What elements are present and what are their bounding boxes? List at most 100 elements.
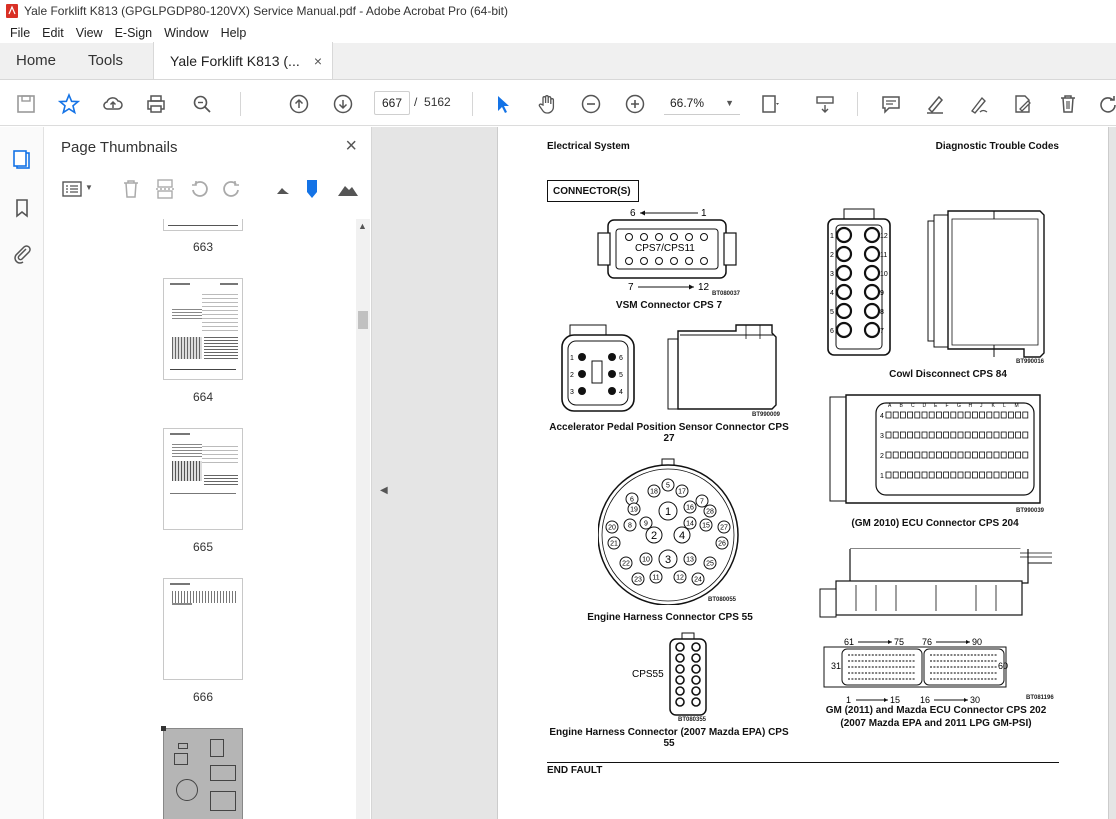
small-thumbnail-icon[interactable]: [272, 178, 294, 200]
connector-pin: [1007, 431, 1014, 439]
previous-page-icon[interactable]: [287, 92, 311, 116]
connector-pin: [835, 264, 853, 282]
tab-document[interactable]: Yale Forklift K813 (... ×: [153, 42, 334, 79]
select-cursor-icon[interactable]: [491, 92, 515, 116]
ecu-col-label: M: [1015, 403, 1019, 409]
engine-pin-label: 1: [665, 506, 671, 518]
connector-pin: [1015, 411, 1022, 419]
scroll-mode-icon[interactable]: [813, 92, 837, 116]
connector-pin: [943, 431, 949, 439]
connector-pin: [936, 411, 942, 419]
highlight-pen-icon[interactable]: [923, 92, 947, 116]
connector-pin: [957, 431, 964, 439]
bookmark-star-icon[interactable]: [57, 92, 81, 116]
tab-close-button[interactable]: ×: [314, 53, 322, 69]
cloud-upload-icon[interactable]: [101, 92, 125, 116]
large-thumbnail-icon[interactable]: [337, 178, 359, 200]
bookmarks-icon[interactable]: [11, 197, 33, 219]
caption-ecu2011-sub: (2007 Mazda EPA and 2011 LPG GM-PSI): [840, 718, 1032, 729]
cowl-pin-label: 12: [880, 233, 888, 240]
collapse-panel-icon[interactable]: ◀: [380, 485, 388, 496]
connector-pin: [691, 653, 701, 663]
thumbnail-size-slider[interactable]: [307, 180, 319, 198]
thumbnail-page-666[interactable]: [163, 578, 243, 680]
connector-pin: [921, 411, 928, 419]
chevron-down-icon: ▼: [725, 97, 734, 108]
scrollbar-thumb[interactable]: [358, 311, 368, 329]
engine-pin-label: 20: [608, 525, 616, 532]
chevron-down-icon[interactable]: ▼: [85, 183, 93, 192]
engine-pin-label: 10: [642, 557, 650, 564]
cps55-label: CPS55: [632, 669, 664, 680]
engine-pin-label: 3: [665, 554, 671, 566]
caption-vsm: VSM Connector CPS 7: [615, 300, 723, 311]
menu-edit[interactable]: Edit: [36, 26, 70, 40]
connector-pin: [986, 411, 993, 419]
search-zoom-icon[interactable]: [190, 92, 214, 116]
fit-page-icon[interactable]: [758, 92, 782, 116]
insert-page-icon[interactable]: [154, 178, 176, 200]
connector-pin: [943, 451, 949, 459]
zoom-in-icon[interactable]: [623, 92, 647, 116]
engine-pin-label: 27: [720, 525, 728, 532]
next-page-icon[interactable]: [331, 92, 355, 116]
rotate-cw-icon[interactable]: [221, 178, 243, 200]
rotate-ccw-icon[interactable]: [188, 178, 210, 200]
hand-tool-icon[interactable]: [535, 92, 559, 116]
engine-pin-label: 23: [634, 577, 642, 584]
tab-tools[interactable]: Tools: [72, 42, 139, 79]
zoom-out-icon[interactable]: [579, 92, 603, 116]
options-menu-icon[interactable]: [61, 178, 83, 200]
print-icon[interactable]: [144, 92, 168, 116]
save-icon[interactable]: [14, 92, 38, 116]
zoom-select[interactable]: 66.7% ▼: [664, 91, 740, 115]
figure-code: BT990009: [752, 412, 781, 418]
menu-view[interactable]: View: [70, 26, 109, 40]
comment-icon[interactable]: [879, 92, 903, 116]
panel-close-button[interactable]: ×: [345, 135, 357, 158]
ecu-row-label: 1: [880, 473, 884, 480]
page-thumbnails-icon[interactable]: [11, 149, 33, 171]
edit-pdf-icon[interactable]: [1011, 92, 1035, 116]
page-number-input[interactable]: 667: [374, 91, 410, 115]
connector-pin: [691, 686, 701, 696]
connector-pin: [943, 471, 949, 479]
engine-pin-label: 18: [650, 489, 658, 496]
scroll-up-icon[interactable]: ▲: [358, 221, 367, 231]
connector-pin: [1022, 431, 1029, 439]
connector-pin: [914, 411, 921, 419]
cps7-label: CPS7/CPS11: [635, 243, 695, 254]
connector-pin: [957, 471, 964, 479]
tab-home[interactable]: Home: [0, 42, 72, 79]
draw-sign-icon[interactable]: [967, 92, 991, 116]
connector-pin: [964, 411, 971, 419]
connector-pin: [943, 411, 949, 419]
connector-pin: [675, 642, 685, 652]
connector-pin: [1022, 411, 1029, 419]
connector-pin: [900, 431, 906, 439]
apps-pin-label: 2: [570, 372, 574, 379]
figure-code: BT080055: [708, 597, 737, 603]
acrobat-icon: [6, 4, 18, 18]
thumbnail-page-664[interactable]: [163, 278, 243, 380]
engine-pin-label: 2: [651, 530, 657, 542]
thumbnail-page-663[interactable]: [163, 219, 243, 231]
trash-icon[interactable]: [120, 178, 142, 200]
figure-code: BT990016: [1016, 359, 1045, 365]
connector-pin: [921, 471, 928, 479]
menu-window[interactable]: Window: [158, 26, 214, 40]
delete-icon[interactable]: [1056, 92, 1080, 116]
rotate-icon[interactable]: [1096, 92, 1116, 116]
menu-file[interactable]: File: [4, 26, 36, 40]
apps-connector-diagram: 1 6 2 5 3 4: [561, 324, 777, 412]
attachments-icon[interactable]: [11, 242, 33, 264]
menu-esign[interactable]: E-Sign: [109, 26, 159, 40]
cowl-pin-label: 6: [830, 328, 834, 335]
thumbnail-scrollbar[interactable]: ▲: [356, 219, 370, 819]
connector-pin: [578, 370, 586, 378]
thumbnail-page-665[interactable]: [163, 428, 243, 530]
thumbnail-page-667[interactable]: [161, 726, 243, 819]
menu-help[interactable]: Help: [215, 26, 253, 40]
engine-pin-label: 25: [706, 561, 714, 568]
ecu-pin-label: 75: [894, 637, 904, 647]
